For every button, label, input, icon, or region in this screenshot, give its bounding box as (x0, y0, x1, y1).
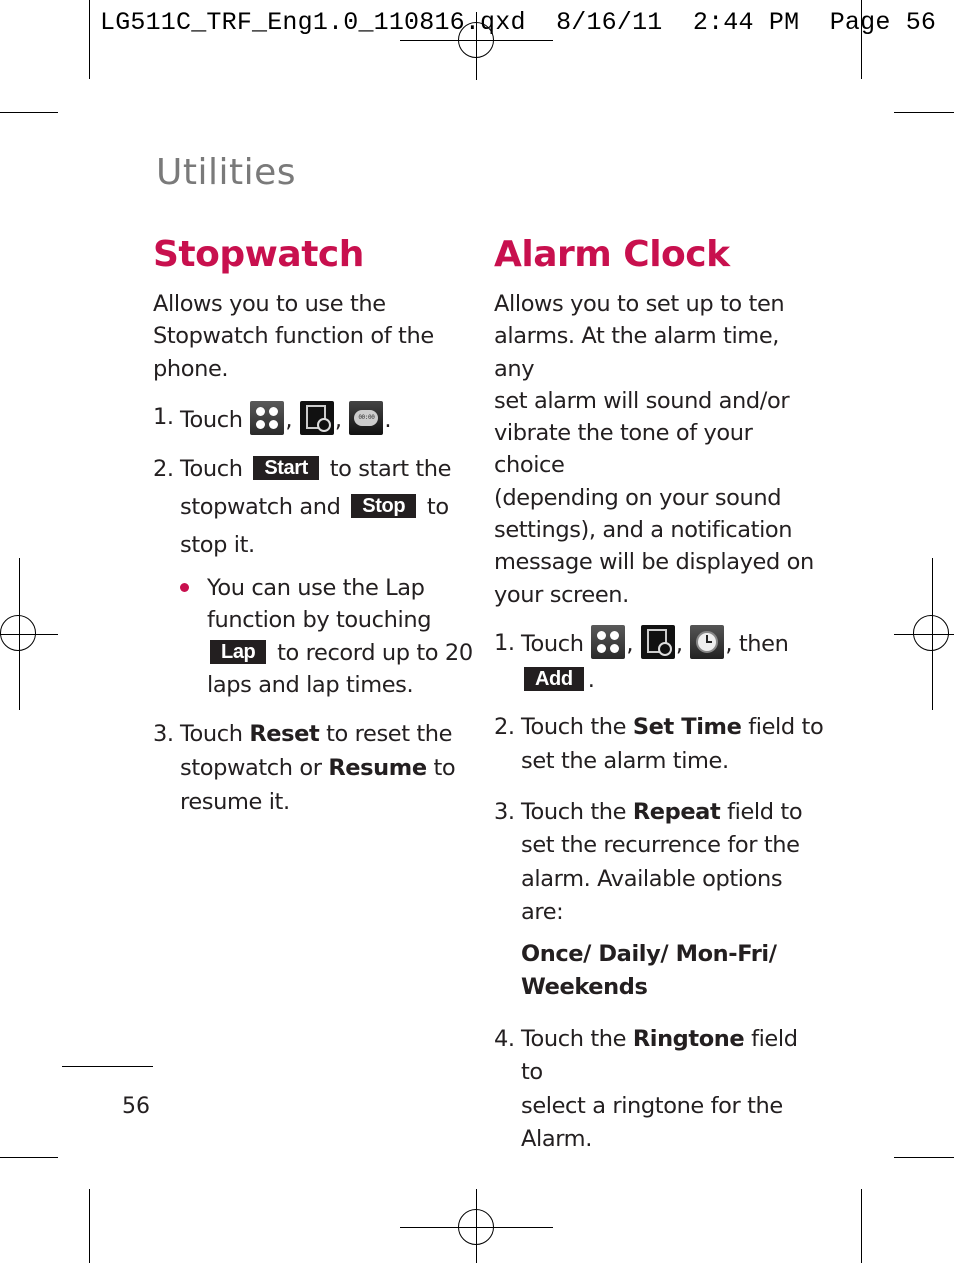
stopwatch-step-3: 3. Touch Reset to reset the stopwatch or… (153, 721, 456, 816)
alarm-step-3: 3. Touch the Repeat field to set the rec… (494, 796, 824, 1005)
menu-icon (250, 400, 285, 435)
registration-circle (913, 615, 949, 651)
lap-button: Lap (210, 639, 267, 664)
add-button: Add (524, 666, 584, 691)
lap-bullet: You can use the Lap function by touching… (180, 572, 473, 701)
registration-circle (458, 1209, 494, 1245)
alarm-step-2: 2. Touch the Set Time field to set the a… (494, 713, 824, 774)
crop-mark (894, 112, 954, 113)
crop-mark (89, 0, 90, 79)
stopwatch-step-1: 1. Touch , , 00:00. (153, 400, 473, 436)
alarm-step-1: 1. Touch , , , then Add. (494, 624, 824, 698)
alarm-clock-heading: Alarm Clock (494, 234, 730, 275)
stopwatch-intro: Allows you to use the Stopwatch function… (153, 291, 434, 382)
stopwatch-icon: 00:00 (349, 400, 384, 435)
alarm-step-4: 4. Touch the Ringtone field to select a … (494, 1025, 798, 1153)
crop-mark (861, 1189, 862, 1263)
crop-mark (0, 1157, 58, 1158)
stopwatch-heading: Stopwatch (153, 234, 364, 275)
footer-rule (62, 1066, 153, 1067)
tools-icon (299, 400, 334, 435)
section-title: Utilities (156, 152, 296, 193)
crop-mark (89, 1189, 90, 1263)
registration-circle (0, 615, 36, 651)
start-button: Start (253, 456, 319, 481)
stopwatch-step-2: 2. Touch Start to start the stopwatch an… (153, 456, 452, 559)
tools-icon (640, 624, 675, 659)
repeat-options: Once/ Daily/ Mon-Fri/ Weekends (521, 940, 777, 1001)
alarm-clock-column: Allows you to set up to ten alarms. At t… (494, 288, 824, 1157)
crop-mark (0, 112, 58, 113)
bullet-icon (180, 583, 189, 593)
crop-mark (861, 0, 862, 79)
crop-mark (894, 1157, 954, 1158)
menu-icon (591, 624, 626, 659)
registration-circle (458, 22, 494, 58)
alarm-intro: Allows you to set up to ten alarms. At t… (494, 291, 814, 608)
stop-button: Stop (351, 494, 417, 519)
page-number: 56 (122, 1094, 150, 1119)
alarm-clock-icon (690, 624, 725, 659)
stopwatch-column: Allows you to use the Stopwatch function… (153, 288, 473, 819)
print-slug: LG511C_TRF_Eng1.0_110816.qxd 8/16/11 2:4… (100, 8, 937, 37)
